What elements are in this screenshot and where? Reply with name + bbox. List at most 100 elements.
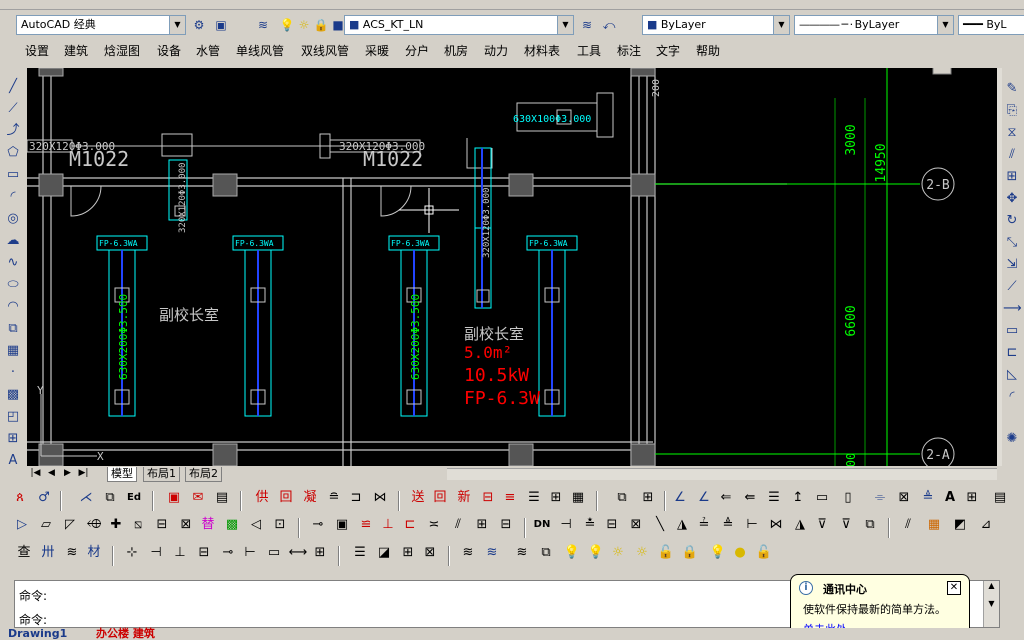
tool-icon[interactable]: ⊟	[152, 515, 172, 535]
tool-icon[interactable]: ☰	[524, 488, 544, 508]
tool-icon[interactable]: ⟷	[288, 543, 308, 563]
tool-icon[interactable]: ⊥	[378, 515, 398, 535]
close-icon[interactable]: ✕	[947, 581, 961, 595]
tool-icon[interactable]: ≘	[324, 488, 344, 508]
tool-icon[interactable]: ✚	[106, 515, 126, 535]
tool-icon[interactable]: ◁	[246, 515, 266, 535]
menu-item-text[interactable]: 文字	[656, 42, 680, 59]
horizontal-scrollbar[interactable]	[447, 468, 997, 480]
layer-manager-icon[interactable]: ≋	[254, 16, 272, 34]
lock-icon[interactable]: 🔓	[656, 543, 676, 563]
workspace-save-icon[interactable]: ▣	[212, 16, 230, 34]
tool-icon[interactable]: ⊿	[976, 515, 996, 535]
ellipse-arc-icon[interactable]: ◠	[4, 298, 22, 316]
tool-icon[interactable]: ▤	[990, 488, 1010, 508]
fillet-icon[interactable]: ◜	[1003, 388, 1021, 406]
tool-icon[interactable]: 送	[408, 488, 428, 508]
layer-icon[interactable]: ⧉	[536, 543, 556, 563]
tool-icon[interactable]: ▱	[36, 515, 56, 535]
linetype-select[interactable]: ———— ─ · ByLayer ▼	[794, 15, 954, 35]
tool-icon[interactable]: ⧉	[860, 515, 880, 535]
tool-icon[interactable]: ⊏	[400, 515, 420, 535]
menu-item-settings[interactable]: 设置	[25, 42, 49, 59]
menu-item-annotation[interactable]: 标注	[617, 42, 641, 59]
arc-icon[interactable]: ◜	[4, 188, 22, 206]
tool-icon[interactable]: ጰ	[10, 488, 30, 508]
tool-icon[interactable]: ⌯	[870, 488, 890, 508]
tool-icon[interactable]: ⊡	[270, 515, 290, 535]
tool-icon[interactable]: ⊹	[122, 543, 142, 563]
tool-icon[interactable]: ⫽	[448, 515, 468, 535]
chevron-down-icon[interactable]: ▼	[169, 16, 185, 34]
tool-icon[interactable]: ▩	[222, 515, 242, 535]
tool-icon[interactable]: ≜	[918, 488, 938, 508]
tool-icon[interactable]: ⊟	[602, 515, 622, 535]
menu-item-power[interactable]: 动力	[484, 42, 508, 59]
tool-icon[interactable]: ⊠	[176, 515, 196, 535]
chevron-down-icon[interactable]: ▼	[557, 16, 573, 34]
tool-icon[interactable]: ⊞	[546, 488, 566, 508]
tool-icon[interactable]: ⊽	[812, 515, 832, 535]
bulb-icon[interactable]: 💡	[708, 543, 728, 563]
first-tab-icon[interactable]: |◀	[29, 468, 42, 478]
offset-icon[interactable]: ⫽	[1003, 146, 1021, 164]
tool-icon[interactable]: 供	[252, 488, 272, 508]
command-prompt[interactable]: 命令:	[19, 611, 47, 628]
stretch-icon[interactable]: ⇲	[1003, 256, 1021, 274]
tab-model[interactable]: 模型	[107, 467, 137, 482]
tool-icon[interactable]: Ed	[124, 488, 144, 508]
table-icon[interactable]: ⊞	[4, 430, 22, 448]
tab-layout1[interactable]: 布局1	[143, 467, 180, 482]
menu-item-equipment[interactable]: 设备	[157, 42, 181, 59]
explode-icon[interactable]: ✺	[1003, 430, 1021, 448]
rotate-icon[interactable]: ↻	[1003, 212, 1021, 230]
layer-icon[interactable]: ≋	[458, 543, 478, 563]
tool-icon[interactable]: ▷	[12, 515, 32, 535]
sun-icon[interactable]: ●	[730, 543, 750, 563]
menu-item-help[interactable]: 帮助	[696, 42, 720, 59]
menu-item-household[interactable]: 分户	[405, 42, 429, 59]
tool-icon[interactable]: ⊠	[894, 488, 914, 508]
tab-layout2[interactable]: 布局2	[185, 467, 222, 482]
workspace-settings-icon[interactable]: ⚙	[190, 16, 208, 34]
tool-icon[interactable]: ⊠	[626, 515, 646, 535]
tool-icon[interactable]: ⋈	[370, 488, 390, 508]
tool-icon[interactable]: ◪	[374, 543, 394, 563]
insert-block-icon[interactable]: ⧉	[4, 320, 22, 338]
tool-icon[interactable]: ⋈	[766, 515, 786, 535]
menu-item-water-pipe[interactable]: 水管	[196, 42, 220, 59]
tool-icon[interactable]: ◸	[60, 515, 80, 535]
tool-icon[interactable]: ⊞	[472, 515, 492, 535]
spline-icon[interactable]: ∿	[4, 254, 22, 272]
tool-icon[interactable]: ≌	[356, 515, 376, 535]
tool-icon[interactable]: ⇐	[716, 488, 736, 508]
tool-icon[interactable]: ≜	[718, 515, 738, 535]
layer-previous-icon[interactable]: ⤺	[600, 16, 618, 34]
drawing-canvas[interactable]: 2-B 2-A 3000 14950 6600 200 00 320X120Φ3…	[27, 68, 997, 466]
tool-icon[interactable]: ≛	[580, 515, 600, 535]
tool-icon[interactable]: ⬲	[84, 515, 104, 535]
mirror-icon[interactable]: ⧖	[1003, 124, 1021, 142]
tool-icon[interactable]: A	[940, 488, 960, 508]
ellipse-icon[interactable]: ⬭	[4, 276, 22, 294]
layer-icon[interactable]: ≋	[512, 543, 532, 563]
rectangle-icon[interactable]: ▭	[4, 166, 22, 184]
tool-icon[interactable]: ⧅	[128, 515, 148, 535]
tool-icon[interactable]: ↥	[788, 488, 808, 508]
tool-icon[interactable]: 新	[454, 488, 474, 508]
tool-icon[interactable]: ⊟	[478, 488, 498, 508]
doc-tab-drawing1[interactable]: Drawing1	[8, 628, 67, 640]
revcloud-icon[interactable]: ☁	[4, 232, 22, 250]
menu-item-single-line-duct[interactable]: 单线风管	[236, 42, 284, 59]
tool-icon[interactable]: ∠	[670, 488, 690, 508]
circle-icon[interactable]: ◎	[4, 210, 22, 228]
scale-icon[interactable]: ⤡	[1003, 234, 1021, 252]
sun-icon[interactable]: ☼	[608, 543, 628, 563]
tool-icon[interactable]: ♂	[34, 488, 54, 508]
xline-icon[interactable]: ⟋	[4, 100, 22, 118]
vertical-scrollbar[interactable]	[997, 68, 1002, 466]
line-icon[interactable]: ╱	[4, 78, 22, 96]
array-icon[interactable]: ⊞	[1003, 168, 1021, 186]
color-select[interactable]: ■ ByLayer ▼	[642, 15, 790, 35]
tool-icon[interactable]: ▤	[212, 488, 232, 508]
